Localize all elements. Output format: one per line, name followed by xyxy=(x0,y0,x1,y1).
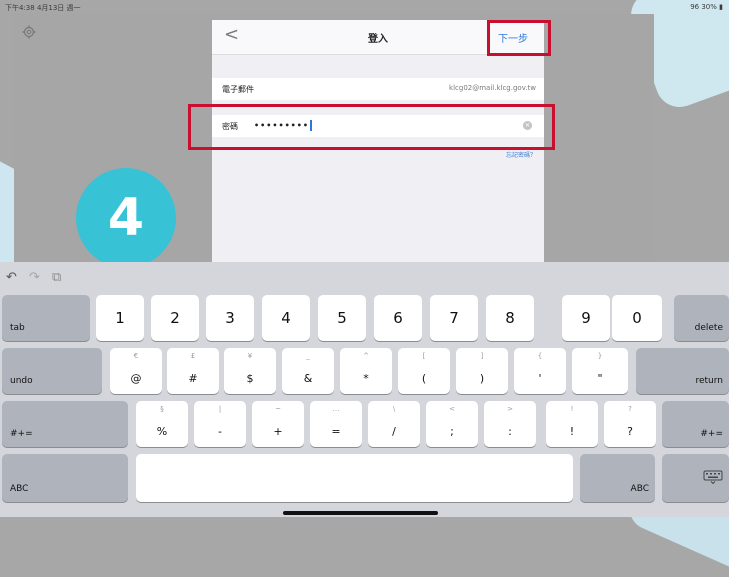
abc-key[interactable]: ABC xyxy=(2,454,128,502)
key-open-paren[interactable]: [( xyxy=(398,348,450,394)
key-4[interactable]: 4 xyxy=(262,295,310,341)
key-semicolon[interactable]: <; xyxy=(426,401,478,447)
shift-symbols-key-right[interactable]: #+= xyxy=(662,401,729,447)
key-1[interactable]: 1 xyxy=(96,295,144,341)
shift-symbols-key[interactable]: #+= xyxy=(2,401,128,447)
key-7[interactable]: 7 xyxy=(430,295,478,341)
on-screen-keyboard: ↶ ↷ ⧉ tab 1 2 3 4 5 6 7 8 9 0 delete und… xyxy=(0,262,729,517)
redo-icon[interactable]: ↷ xyxy=(29,270,40,285)
key-8[interactable]: 8 xyxy=(486,295,534,341)
key-exclamation[interactable]: !! xyxy=(546,401,598,447)
key-slash[interactable]: \ / xyxy=(368,401,420,447)
key-minus[interactable]: | - xyxy=(194,401,246,447)
step-number-badge: 4 xyxy=(76,168,176,268)
highlight-box-password xyxy=(188,104,555,150)
abc-key-right[interactable]: ABC xyxy=(580,454,655,502)
key-quote[interactable]: } " xyxy=(572,348,628,394)
key-0[interactable]: 0 xyxy=(612,295,662,341)
highlight-box-next xyxy=(487,20,551,56)
key-5[interactable]: 5 xyxy=(318,295,366,341)
key-apostrophe[interactable]: {' xyxy=(514,348,566,394)
status-time: 下午4:38 4月13日 週一 xyxy=(5,4,81,12)
key-question[interactable]: ?? xyxy=(604,401,656,447)
key-equals[interactable]: … = xyxy=(310,401,362,447)
return-key[interactable]: return xyxy=(636,348,729,394)
status-bar: 下午4:38 4月13日 週一 96 30% ▮ xyxy=(0,0,729,18)
key-3[interactable]: 3 xyxy=(206,295,254,341)
email-field[interactable]: 電子郵件 klcg02@mail.klcg.gov.tw xyxy=(212,78,544,100)
key-6[interactable]: 6 xyxy=(374,295,422,341)
undo-icon[interactable]: ↶ xyxy=(6,270,17,285)
home-indicator xyxy=(283,511,438,515)
forgot-password-link[interactable]: 忘記密碼？ xyxy=(506,150,536,159)
key-colon[interactable]: >: xyxy=(484,401,536,447)
delete-key[interactable]: delete xyxy=(674,295,729,341)
key-ampersand[interactable]: _ & xyxy=(282,348,334,394)
space-bar[interactable] xyxy=(136,454,573,502)
keyboard-dismiss-key[interactable] xyxy=(662,454,729,502)
email-label: 電子郵件 xyxy=(222,85,254,94)
battery-indicator: 96 30% ▮ xyxy=(690,3,723,11)
key-hash[interactable]: £ # xyxy=(167,348,219,394)
tab-key[interactable]: tab xyxy=(2,295,90,341)
key-asterisk[interactable]: ^ * xyxy=(340,348,392,394)
key-9[interactable]: 9 xyxy=(562,295,610,341)
key-plus[interactable]: ~ + xyxy=(252,401,304,447)
key-percent[interactable]: §% xyxy=(136,401,188,447)
key-close-paren[interactable]: ]) xyxy=(456,348,508,394)
key-2[interactable]: 2 xyxy=(151,295,199,341)
keyboard-hide-icon xyxy=(703,470,723,484)
gear-icon[interactable] xyxy=(22,25,36,39)
keyboard-toolbar: ↶ ↷ ⧉ xyxy=(0,262,729,292)
undo-key[interactable]: undo xyxy=(2,348,102,394)
key-dollar[interactable]: ¥ $ xyxy=(224,348,276,394)
key-at[interactable]: € @ xyxy=(110,348,162,394)
email-value: klcg02@mail.klcg.gov.tw xyxy=(449,84,536,92)
paste-icon[interactable]: ⧉ xyxy=(52,270,61,285)
